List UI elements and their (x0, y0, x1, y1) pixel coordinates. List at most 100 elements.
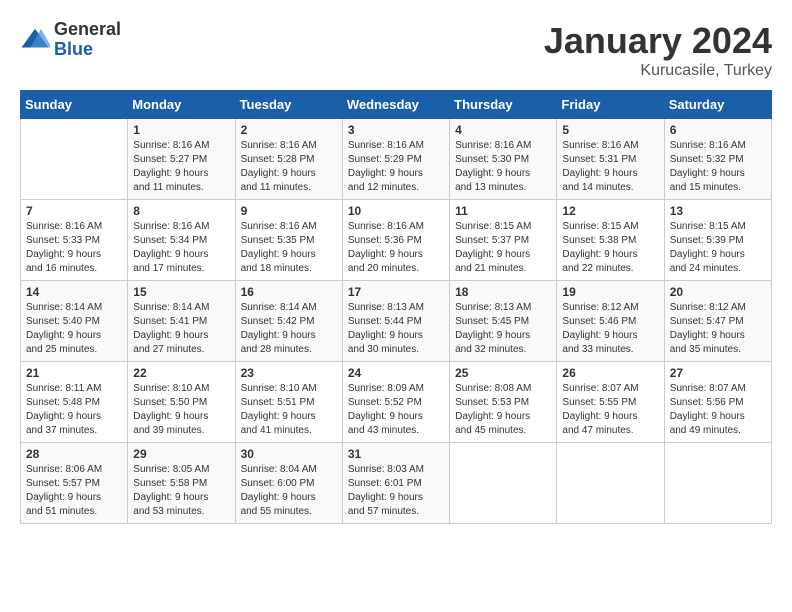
day-number: 12 (562, 204, 658, 218)
day-info: Sunrise: 8:16 AMSunset: 5:29 PMDaylight:… (348, 139, 444, 195)
calendar-cell: 27Sunrise: 8:07 AMSunset: 5:56 PMDayligh… (664, 362, 771, 443)
calendar-week-1: 7 Sunrise: 8:16 AMSunset: 5:33 PMDaylight… (21, 200, 772, 281)
day-info: Sunrise: 8:07 AMSunset: 5:55 PMDaylight:… (562, 382, 658, 438)
day-info: Sunrise: 8:16 AMSunset: 5:34 PMDaylight:… (133, 220, 229, 276)
calendar-cell: 8 Sunrise: 8:16 AMSunset: 5:34 PMDaylight… (128, 200, 235, 281)
calendar-title: January 2024 (544, 20, 772, 62)
day-info: Sunrise: 8:12 AMSunset: 5:46 PMDaylight:… (562, 301, 658, 357)
calendar-cell: 3 Sunrise: 8:16 AMSunset: 5:29 PMDaylight… (342, 119, 449, 200)
day-number: 24 (348, 366, 444, 380)
day-number: 13 (670, 204, 766, 218)
day-number: 11 (455, 204, 551, 218)
day-info: Sunrise: 8:03 AMSunset: 6:01 PMDaylight:… (348, 463, 444, 519)
calendar-cell: 19 Sunrise: 8:12 AMSunset: 5:46 PMDayligh… (557, 281, 664, 362)
header-cell-monday: Monday (128, 91, 235, 119)
day-number: 5 (562, 123, 658, 137)
day-number: 20 (670, 285, 766, 299)
calendar-cell: 11 Sunrise: 8:15 AMSunset: 5:37 PMDayligh… (450, 200, 557, 281)
day-number: 7 (26, 204, 122, 218)
day-number: 21 (26, 366, 122, 380)
calendar-cell: 12 Sunrise: 8:15 AMSunset: 5:38 PMDayligh… (557, 200, 664, 281)
header-row: SundayMondayTuesdayWednesdayThursdayFrid… (21, 91, 772, 119)
day-number: 14 (26, 285, 122, 299)
day-info: Sunrise: 8:16 AMSunset: 5:36 PMDaylight:… (348, 220, 444, 276)
day-info: Sunrise: 8:14 AMSunset: 5:42 PMDaylight:… (241, 301, 337, 357)
calendar-cell: 20 Sunrise: 8:12 AMSunset: 5:47 PMDayligh… (664, 281, 771, 362)
header-cell-wednesday: Wednesday (342, 91, 449, 119)
day-info: Sunrise: 8:08 AMSunset: 5:53 PMDaylight:… (455, 382, 551, 438)
calendar-cell: 15 Sunrise: 8:14 AMSunset: 5:41 PMDayligh… (128, 281, 235, 362)
title-block: January 2024 Kurucasile, Turkey (544, 20, 772, 80)
day-info: Sunrise: 8:12 AMSunset: 5:47 PMDaylight:… (670, 301, 766, 357)
logo-blue: Blue (54, 40, 121, 60)
calendar-cell: 29 Sunrise: 8:05 AMSunset: 5:58 PMDayligh… (128, 443, 235, 524)
calendar-cell: 9Sunrise: 8:16 AMSunset: 5:35 PMDaylight… (235, 200, 342, 281)
day-number: 8 (133, 204, 229, 218)
calendar-cell: 17Sunrise: 8:13 AMSunset: 5:44 PMDayligh… (342, 281, 449, 362)
header-cell-saturday: Saturday (664, 91, 771, 119)
calendar-cell: 30 Sunrise: 8:04 AMSunset: 6:00 PMDayligh… (235, 443, 342, 524)
day-info: Sunrise: 8:06 AMSunset: 5:57 PMDaylight:… (26, 463, 122, 519)
day-info: Sunrise: 8:16 AMSunset: 5:33 PMDaylight:… (26, 220, 122, 276)
day-info: Sunrise: 8:15 AMSunset: 5:38 PMDaylight:… (562, 220, 658, 276)
calendar-cell: 18Sunrise: 8:13 AMSunset: 5:45 PMDayligh… (450, 281, 557, 362)
calendar-table: SundayMondayTuesdayWednesdayThursdayFrid… (20, 90, 772, 524)
page-header: General Blue January 2024 Kurucasile, Tu… (20, 20, 772, 80)
day-number: 31 (348, 447, 444, 461)
calendar-cell: 23Sunrise: 8:10 AMSunset: 5:51 PMDayligh… (235, 362, 342, 443)
day-info: Sunrise: 8:05 AMSunset: 5:58 PMDaylight:… (133, 463, 229, 519)
calendar-cell: 16 Sunrise: 8:14 AMSunset: 5:42 PMDayligh… (235, 281, 342, 362)
day-number: 26 (562, 366, 658, 380)
calendar-week-3: 21 Sunrise: 8:11 AMSunset: 5:48 PMDayligh… (21, 362, 772, 443)
day-number: 3 (348, 123, 444, 137)
calendar-body: 1 Sunrise: 8:16 AMSunset: 5:27 PMDaylight… (21, 119, 772, 524)
logo-general: General (54, 20, 121, 40)
header-cell-thursday: Thursday (450, 91, 557, 119)
calendar-cell: 5 Sunrise: 8:16 AMSunset: 5:31 PMDaylight… (557, 119, 664, 200)
calendar-cell (21, 119, 128, 200)
calendar-cell (664, 443, 771, 524)
day-info: Sunrise: 8:10 AMSunset: 5:50 PMDaylight:… (133, 382, 229, 438)
calendar-week-4: 28Sunrise: 8:06 AMSunset: 5:57 PMDayligh… (21, 443, 772, 524)
logo-text: General Blue (54, 20, 121, 60)
day-info: Sunrise: 8:16 AMSunset: 5:27 PMDaylight:… (133, 139, 229, 195)
calendar-cell: 13 Sunrise: 8:15 AMSunset: 5:39 PMDayligh… (664, 200, 771, 281)
calendar-cell: 21 Sunrise: 8:11 AMSunset: 5:48 PMDayligh… (21, 362, 128, 443)
day-number: 15 (133, 285, 229, 299)
calendar-cell: 31 Sunrise: 8:03 AMSunset: 6:01 PMDayligh… (342, 443, 449, 524)
calendar-cell: 2 Sunrise: 8:16 AMSunset: 5:28 PMDaylight… (235, 119, 342, 200)
day-info: Sunrise: 8:15 AMSunset: 5:39 PMDaylight:… (670, 220, 766, 276)
calendar-subtitle: Kurucasile, Turkey (544, 62, 772, 80)
day-number: 29 (133, 447, 229, 461)
day-number: 4 (455, 123, 551, 137)
day-info: Sunrise: 8:15 AMSunset: 5:37 PMDaylight:… (455, 220, 551, 276)
calendar-cell: 14Sunrise: 8:14 AMSunset: 5:40 PMDayligh… (21, 281, 128, 362)
day-number: 9 (241, 204, 337, 218)
day-info: Sunrise: 8:13 AMSunset: 5:45 PMDaylight:… (455, 301, 551, 357)
day-info: Sunrise: 8:16 AMSunset: 5:31 PMDaylight:… (562, 139, 658, 195)
day-number: 16 (241, 285, 337, 299)
day-info: Sunrise: 8:16 AMSunset: 5:28 PMDaylight:… (241, 139, 337, 195)
calendar-cell: 28Sunrise: 8:06 AMSunset: 5:57 PMDayligh… (21, 443, 128, 524)
logo-icon (20, 25, 50, 55)
calendar-week-2: 14Sunrise: 8:14 AMSunset: 5:40 PMDayligh… (21, 281, 772, 362)
day-number: 1 (133, 123, 229, 137)
day-number: 17 (348, 285, 444, 299)
day-number: 25 (455, 366, 551, 380)
day-number: 27 (670, 366, 766, 380)
calendar-cell: 7 Sunrise: 8:16 AMSunset: 5:33 PMDaylight… (21, 200, 128, 281)
day-number: 2 (241, 123, 337, 137)
day-number: 30 (241, 447, 337, 461)
day-info: Sunrise: 8:04 AMSunset: 6:00 PMDaylight:… (241, 463, 337, 519)
day-info: Sunrise: 8:14 AMSunset: 5:41 PMDaylight:… (133, 301, 229, 357)
calendar-week-0: 1 Sunrise: 8:16 AMSunset: 5:27 PMDaylight… (21, 119, 772, 200)
calendar-cell (557, 443, 664, 524)
calendar-cell: 10Sunrise: 8:16 AMSunset: 5:36 PMDayligh… (342, 200, 449, 281)
day-number: 19 (562, 285, 658, 299)
day-info: Sunrise: 8:11 AMSunset: 5:48 PMDaylight:… (26, 382, 122, 438)
header-cell-sunday: Sunday (21, 91, 128, 119)
calendar-cell: 6Sunrise: 8:16 AMSunset: 5:32 PMDaylight… (664, 119, 771, 200)
day-info: Sunrise: 8:09 AMSunset: 5:52 PMDaylight:… (348, 382, 444, 438)
day-number: 22 (133, 366, 229, 380)
calendar-header: SundayMondayTuesdayWednesdayThursdayFrid… (21, 91, 772, 119)
